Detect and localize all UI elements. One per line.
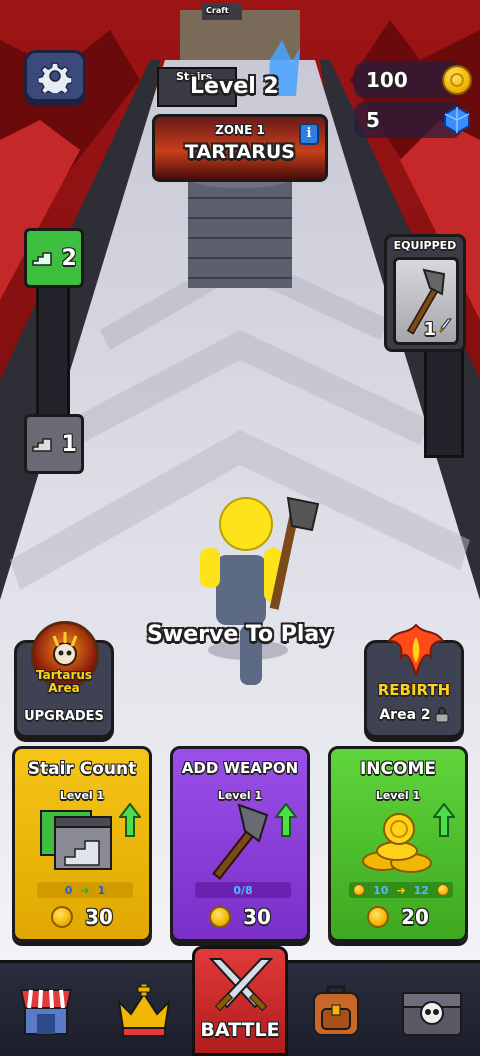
progress-to: 1 bbox=[97, 883, 106, 897]
stair-pole bbox=[36, 280, 70, 420]
progress-to: 12 bbox=[413, 883, 429, 897]
stair-count-top: 2 bbox=[61, 245, 77, 271]
arrow-up-icon bbox=[275, 803, 297, 837]
stairs-icon bbox=[32, 438, 52, 452]
card-progress: 10 ➔ 12 bbox=[349, 882, 453, 898]
gem-icon bbox=[444, 105, 470, 135]
equipped-count: 1 bbox=[423, 319, 436, 340]
progress-from: 10 bbox=[373, 883, 389, 897]
rebirth-area: Area 2 bbox=[379, 707, 431, 723]
sword-icon bbox=[439, 318, 452, 333]
coin-icon bbox=[353, 884, 366, 896]
game-screen[interactable]: Stairs Craft Level 2 100 5 ZONE 1 TARTAR… bbox=[0, 0, 480, 1056]
card-cost: 30 bbox=[173, 905, 307, 929]
gear-icon bbox=[38, 62, 72, 93]
card-level: Level 1 bbox=[375, 789, 421, 802]
settings-button[interactable] bbox=[24, 50, 86, 102]
crossed-swords-icon bbox=[208, 958, 274, 1012]
nav-battle[interactable]: BATTLE bbox=[192, 946, 288, 1056]
nav-leaderboard[interactable] bbox=[104, 971, 184, 1051]
stair-count-card[interactable]: Stair Count Level 1 0 ➔ 1 30 bbox=[12, 746, 152, 942]
stair-counter-top: 2 bbox=[24, 228, 84, 288]
arrow-right-icon: ➔ bbox=[80, 883, 90, 897]
battle-label: BATTLE bbox=[200, 1019, 280, 1041]
gem-count: 5 bbox=[366, 108, 380, 132]
stair-counter-bottom: 1 bbox=[24, 414, 84, 474]
nav-boss[interactable] bbox=[392, 971, 472, 1051]
nav-inventory[interactable] bbox=[296, 971, 376, 1051]
coin-stack-icon bbox=[362, 813, 432, 873]
craft-sign: Craft bbox=[206, 6, 229, 15]
card-title: INCOME bbox=[359, 759, 436, 779]
card-progress: 0 ➔ 1 bbox=[37, 882, 133, 898]
upgrades-badge-text: Tartarus Area bbox=[35, 668, 93, 695]
zone-name: TARTARUS bbox=[185, 141, 295, 163]
card-cost: 30 bbox=[15, 905, 149, 929]
coin-icon bbox=[209, 906, 232, 928]
equipped-pole bbox=[424, 340, 464, 458]
rebirth-label: REBIRTH bbox=[377, 681, 451, 699]
coin-icon bbox=[367, 906, 390, 928]
level-label: Level 2 bbox=[190, 74, 279, 99]
cost-value: 30 bbox=[243, 905, 271, 929]
arrow-up-icon bbox=[119, 803, 141, 837]
upgrades-label: UPGRADES bbox=[24, 709, 104, 724]
equipped-panel[interactable]: EQUIPPED 1 bbox=[384, 234, 466, 352]
card-cost: 20 bbox=[331, 905, 465, 929]
coin-counter: 100 bbox=[354, 62, 472, 98]
nav-shop[interactable] bbox=[6, 971, 86, 1051]
cost-value: 30 bbox=[85, 905, 113, 929]
stair-building-icon bbox=[40, 810, 112, 870]
equipped-slot[interactable]: 1 bbox=[393, 257, 459, 345]
shop-icon bbox=[19, 989, 73, 1035]
weapon-progress: 0/8 bbox=[195, 882, 291, 898]
backpack-icon bbox=[313, 985, 359, 1036]
arrow-up-icon bbox=[433, 803, 455, 837]
coin-icon bbox=[51, 906, 74, 928]
arrow-right-icon: ➔ bbox=[396, 883, 406, 897]
coin-icon bbox=[436, 884, 449, 896]
card-title: Stair Count bbox=[27, 759, 137, 779]
phoenix-icon bbox=[387, 623, 445, 679]
upgrades-button[interactable]: Tartarus Area UPGRADES bbox=[14, 621, 114, 738]
gem-counter: 5 bbox=[354, 102, 470, 138]
coin-icon bbox=[442, 65, 472, 95]
info-icon[interactable]: i bbox=[299, 123, 319, 145]
equipped-label: EQUIPPED bbox=[393, 239, 457, 252]
crown-icon bbox=[117, 983, 171, 1037]
lock-icon bbox=[435, 707, 449, 723]
stair-count-bottom: 1 bbox=[61, 431, 77, 457]
rebirth-button[interactable]: REBIRTH Area 2 bbox=[364, 623, 464, 738]
progress-from: 0 bbox=[64, 883, 73, 897]
coin-count: 100 bbox=[366, 68, 408, 92]
stairs-icon bbox=[32, 252, 52, 266]
card-title: ADD WEAPON bbox=[181, 759, 299, 777]
income-card[interactable]: INCOME Level 1 10 ➔ 12 20 bbox=[328, 746, 468, 942]
cost-value: 20 bbox=[401, 905, 429, 929]
skull-chest-icon bbox=[402, 992, 462, 1036]
axe-icon bbox=[212, 803, 269, 880]
add-weapon-card[interactable]: ADD WEAPON Level 1 0/8 30 bbox=[170, 746, 310, 942]
card-level: Level 1 bbox=[59, 789, 105, 802]
zone-banner: ZONE 1 TARTARUS i bbox=[152, 114, 328, 182]
